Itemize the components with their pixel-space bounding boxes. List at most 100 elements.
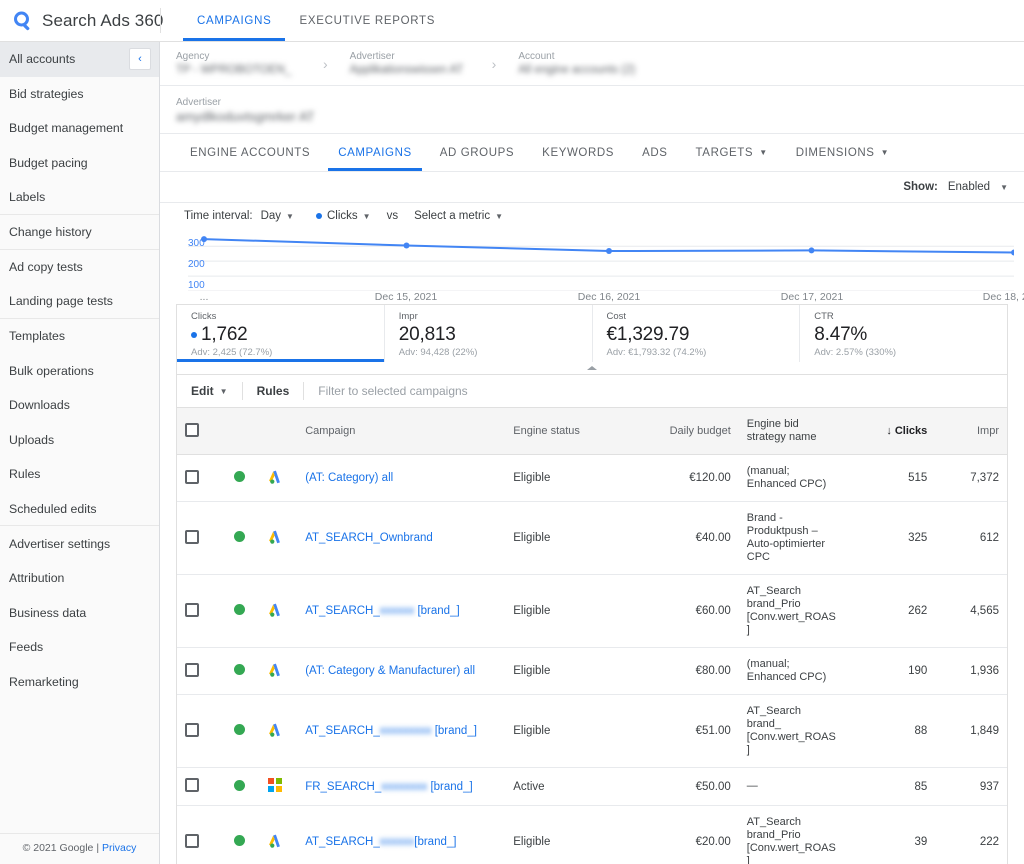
chevron-down-icon-show[interactable]: ▼ xyxy=(1000,183,1008,192)
sidebar-item-remarketing[interactable]: Remarketing xyxy=(0,665,159,700)
row-checkbox[interactable] xyxy=(185,470,199,484)
top-tab-executive-reports[interactable]: EXECUTIVE REPORTS xyxy=(285,0,449,41)
column-header-impr[interactable]: Impr xyxy=(935,408,1007,455)
campaign-link[interactable]: AT_SEARCH_xxxxxx[brand_] xyxy=(305,836,456,848)
sidebar-collapse-icon[interactable]: ‹ xyxy=(129,48,151,70)
table-row[interactable]: AT_SEARCH_OwnbrandEligible€40.00Brand - … xyxy=(177,502,1007,575)
row-bid-strategy-text: AT_Search brand_Prio [Conv.wert_ROAS ] xyxy=(747,585,836,636)
campaign-link[interactable]: FR_SEARCH_xxxxxxxx [brand_] xyxy=(305,781,472,793)
campaign-name-prefix: AT_SEARCH_ xyxy=(305,605,380,617)
select-all-checkbox[interactable] xyxy=(185,423,199,437)
advertiser-header: Advertiser amydlkoduvtsgmrker AT xyxy=(160,86,1024,134)
campaign-link[interactable]: AT_SEARCH_xxxxxx [brand_] xyxy=(305,605,459,617)
sidebar-item-business-data[interactable]: Business data xyxy=(0,596,159,631)
campaign-name-suffix: [brand_] xyxy=(414,836,456,848)
breadcrumb-account[interactable]: Account All engine accounts (2) xyxy=(518,50,698,78)
time-interval-select[interactable]: Day ▼ xyxy=(261,210,294,222)
tab-keywords[interactable]: KEYWORDS xyxy=(528,134,628,171)
campaign-link[interactable]: AT_SEARCH_xxxxxxxxx [brand_] xyxy=(305,725,477,737)
kpi-card-ctr[interactable]: CTR 8.47% Adv: 2.57% (330%) xyxy=(800,305,1007,362)
column-header-campaign[interactable]: Campaign xyxy=(297,408,505,455)
sidebar-item-downloads[interactable]: Downloads xyxy=(0,388,159,423)
campaign-link[interactable]: AT_SEARCH_Ownbrand xyxy=(305,532,433,544)
redacted-text: xxxxxxxx xyxy=(381,781,427,793)
row-campaign-cell: AT_SEARCH_xxxxxxxxx [brand_] xyxy=(297,695,505,768)
sidebar-item-attribution[interactable]: Attribution xyxy=(0,561,159,596)
breadcrumb-agency-value: TP - WPROBOTOEN_ xyxy=(176,63,301,78)
row-campaign-cell: (AT: Category & Manufacturer) all xyxy=(297,648,505,695)
sidebar-item-ad-copy-tests[interactable]: Ad copy tests xyxy=(0,250,159,285)
row-status-cell xyxy=(226,455,261,502)
sidebar-item-bulk-operations[interactable]: Bulk operations xyxy=(0,353,159,388)
column-header-bid-strategy[interactable]: Engine bid strategy name xyxy=(739,408,845,455)
kpi-card-cost[interactable]: Cost €1,329.79 Adv: €1,793.32 (74.2%) xyxy=(593,305,801,362)
metric-1-select[interactable]: Clicks ▼ xyxy=(316,210,371,222)
row-checkbox[interactable] xyxy=(185,603,199,617)
table-row[interactable]: AT_SEARCH_xxxxxxxxx [brand_]Eligible€51.… xyxy=(177,695,1007,768)
row-checkbox-cell xyxy=(177,768,226,806)
row-checkbox[interactable] xyxy=(185,723,199,737)
breadcrumb-agency[interactable]: Agency TP - WPROBOTOEN_ xyxy=(176,50,301,78)
tab-targets[interactable]: TARGETS ▼ xyxy=(682,134,782,171)
sidebar-item-scheduled-edits[interactable]: Scheduled edits xyxy=(0,492,159,527)
tab-keywords-label: KEYWORDS xyxy=(542,147,614,159)
sidebar-item-advertiser-settings[interactable]: Advertiser settings xyxy=(0,526,159,561)
sidebar-item-feeds[interactable]: Feeds xyxy=(0,630,159,665)
filter-campaigns-input[interactable]: Filter to selected campaigns xyxy=(304,384,467,398)
google-ads-icon xyxy=(268,602,284,618)
row-checkbox-cell xyxy=(177,455,226,502)
body: All accounts ‹ Bid strategies Budget man… xyxy=(0,42,1024,864)
column-header-clicks[interactable]: ↓Clicks xyxy=(845,408,935,455)
collapse-chart-button[interactable] xyxy=(176,362,1008,375)
edit-button[interactable]: Edit ▼ xyxy=(177,375,242,407)
show-filter-value[interactable]: Enabled xyxy=(948,181,990,193)
row-impr: 612 xyxy=(935,502,1007,575)
table-row[interactable]: FR_SEARCH_xxxxxxxx [brand_]Active€50.00—… xyxy=(177,768,1007,806)
top-tab-campaigns[interactable]: CAMPAIGNS xyxy=(183,0,285,41)
kpi-card-impr[interactable]: Impr 20,813 Adv: 94,428 (22%) xyxy=(385,305,593,362)
status-dot-icon xyxy=(234,531,245,542)
table-row[interactable]: AT_SEARCH_xxxxxx[brand_]Eligible€20.00AT… xyxy=(177,806,1007,864)
campaign-link[interactable]: (AT: Category) all xyxy=(305,472,393,484)
breadcrumb-advertiser[interactable]: Advertiser Applikationswissen AT xyxy=(350,50,470,78)
row-bid-strategy-text: (manual; Enhanced CPC) xyxy=(747,465,827,490)
tab-ad-groups[interactable]: AD GROUPS xyxy=(426,134,528,171)
table-row[interactable]: (AT: Category) allEligible€120.00(manual… xyxy=(177,455,1007,502)
row-engine-cell xyxy=(260,768,297,806)
campaign-name-suffix: [brand_] xyxy=(414,605,459,617)
row-checkbox[interactable] xyxy=(185,834,199,848)
kpi-card-clicks[interactable]: Clicks 1,762 Adv: 2,425 (72.7%) xyxy=(177,305,385,362)
row-campaign-cell: FR_SEARCH_xxxxxxxx [brand_] xyxy=(297,768,505,806)
row-checkbox[interactable] xyxy=(185,778,199,792)
table-row[interactable]: AT_SEARCH_xxxxxx [brand_]Eligible€60.00A… xyxy=(177,575,1007,648)
sidebar-item-budget-pacing[interactable]: Budget pacing xyxy=(0,146,159,181)
privacy-link[interactable]: Privacy xyxy=(102,842,136,854)
tab-ads[interactable]: ADS xyxy=(628,134,681,171)
table-row[interactable]: (AT: Category & Manufacturer) allEligibl… xyxy=(177,648,1007,695)
row-checkbox[interactable] xyxy=(185,530,199,544)
sidebar-item-labels[interactable]: Labels xyxy=(0,180,159,215)
row-bid-strategy-text: (manual; Enhanced CPC) xyxy=(747,658,827,683)
metric-2-select[interactable]: Select a metric ▼ xyxy=(414,210,503,222)
row-checkbox[interactable] xyxy=(185,663,199,677)
column-header-daily-budget[interactable]: Daily budget xyxy=(632,408,738,455)
row-checkbox-cell xyxy=(177,575,226,648)
tab-engine-accounts[interactable]: ENGINE ACCOUNTS xyxy=(176,134,324,171)
status-dot-icon xyxy=(234,604,245,615)
sidebar-item-templates[interactable]: Templates xyxy=(0,319,159,354)
rules-button[interactable]: Rules xyxy=(243,375,304,407)
sidebar-item-rules[interactable]: Rules xyxy=(0,457,159,492)
sidebar-item-uploads[interactable]: Uploads xyxy=(0,423,159,458)
breadcrumb-account-value: All engine accounts (2) xyxy=(518,63,698,78)
sidebar-item-budget-management[interactable]: Budget management xyxy=(0,111,159,146)
show-filter-row: Show: Enabled ▼ xyxy=(160,172,1024,202)
sidebar-item-bid-strategies[interactable]: Bid strategies xyxy=(0,77,159,112)
sidebar-item-landing-page-tests[interactable]: Landing page tests xyxy=(0,284,159,319)
tab-dimensions[interactable]: DIMENSIONS ▼ xyxy=(782,134,903,171)
search-ads-360-app: Search Ads 360 CAMPAIGNS EXECUTIVE REPOR… xyxy=(0,0,1024,864)
tab-campaigns[interactable]: CAMPAIGNS xyxy=(324,134,426,171)
sidebar-item-change-history[interactable]: Change history xyxy=(0,215,159,250)
sort-descending-icon: ↓ xyxy=(886,425,892,437)
column-header-engine-status[interactable]: Engine status xyxy=(505,408,632,455)
campaign-link[interactable]: (AT: Category & Manufacturer) all xyxy=(305,665,475,677)
